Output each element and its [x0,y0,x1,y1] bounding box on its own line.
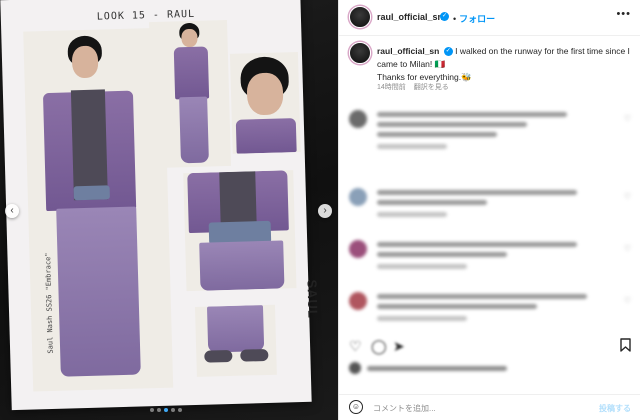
carousel-dot [171,408,175,412]
post-side-panel: raul_official_sn ✓ • フォロー ••• raul_offici… [338,0,640,420]
heart-icon[interactable]: ♡ [624,296,631,305]
verified-badge-icon: ✓ [440,12,449,21]
chevron-right-icon: › [323,205,327,216]
comment-input[interactable] [373,400,583,416]
comment-text [377,190,577,195]
comment-item: ♡ [339,108,640,156]
caption-username[interactable]: raul_official_sn [377,46,439,56]
comment-meta [377,144,447,149]
header-username[interactable]: raul_official_sn [377,12,443,22]
share-icon[interactable]: ➤ [393,338,405,355]
caption-avatar[interactable] [349,42,371,64]
bookmark-icon[interactable] [620,338,631,355]
carousel-indicator [150,408,182,412]
comment-icon[interactable]: ◯ [371,338,387,355]
add-comment-bar: ☺ 投稿する [339,394,640,420]
comment-text [377,252,507,257]
post-media: LOOK 15 - RAUL Saul Nash SS26 "Embrace" … [0,0,338,420]
carousel-dot [178,408,182,412]
post-actions: ♡ ◯ ➤ [339,334,640,360]
post-time[interactable]: 14時間前 [377,84,406,91]
likes-summary [339,360,640,380]
comment-meta [377,316,467,321]
lookbook-photo-shoes [194,304,277,377]
caption-text-line2: Thanks for everything.🐝 [377,72,472,82]
comment-avatar [349,240,367,258]
caption-body: raul_official_sn ✓ I walked on the runwa… [377,45,633,84]
comment-text [377,122,527,127]
verified-badge-icon: ✓ [443,47,453,57]
comment-text [377,294,587,299]
comment-text [377,132,497,137]
lookbook-sheet: LOOK 15 - RAUL Saul Nash SS26 "Embrace" … [0,0,321,411]
follow-label[interactable]: フォロー [459,14,495,24]
chevron-left-icon: ‹ [10,205,14,216]
heart-icon[interactable]: ♡ [624,114,631,123]
comment-item: ♡ [339,238,640,286]
avatar[interactable] [349,6,371,28]
comment-text [377,242,577,247]
comment-item: ♡ [339,186,640,234]
post-comment-button[interactable]: 投稿する [599,403,631,414]
comment-meta [377,212,447,217]
comment-avatar [349,188,367,206]
comment-meta [377,264,467,269]
sheet-brand-logo: SAUL [304,279,321,320]
lookbook-photo-belt [183,170,297,292]
heart-icon[interactable]: ♡ [624,244,631,253]
carousel-dot [157,408,161,412]
lookbook-photo-face [229,51,301,154]
heart-icon[interactable]: ♡ [624,192,631,201]
carousel-prev-button[interactable]: ‹ [5,204,19,218]
comment-item: ♡ [339,290,640,338]
carousel-next-button[interactable]: › [318,204,332,218]
emoji-icon[interactable]: ☺ [349,400,363,414]
comment-text [377,200,487,205]
comment-avatar [349,110,367,128]
separator: • [453,14,457,24]
comment-avatar [349,292,367,310]
post-header: raul_official_sn ✓ • フォロー ••• [339,0,640,36]
carousel-dot [150,408,154,412]
follow-button[interactable]: • フォロー [453,12,495,25]
translate-link[interactable]: 翻訳を見る [414,84,449,91]
caption-meta: 14時間前 翻訳を見る [377,82,449,92]
more-horizontal-icon[interactable]: ••• [616,8,631,20]
lookbook-photo-side [149,19,232,169]
comment-text [377,112,567,117]
carousel-dot-active [164,408,168,412]
comment-text [377,304,537,309]
heart-icon[interactable]: ♡ [349,338,362,355]
